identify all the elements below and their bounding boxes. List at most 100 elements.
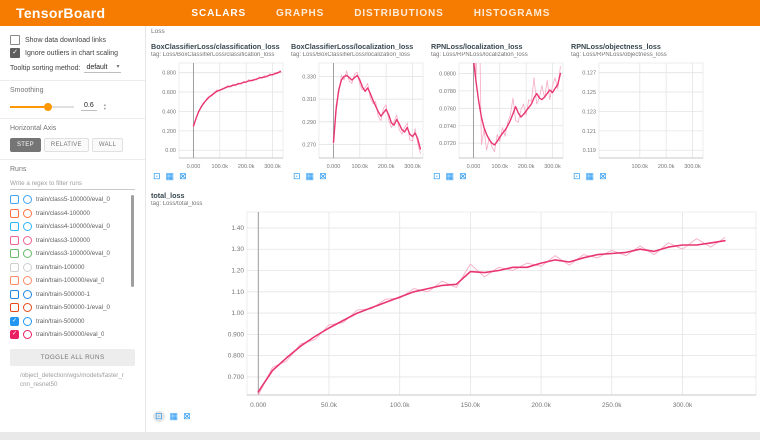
run-checkbox[interactable] [10,276,19,285]
tab-histograms[interactable]: HISTOGRAMS [474,8,551,19]
scalars-dashboard: Loss BoxClassifierLoss/classification_lo… [146,26,760,432]
svg-text:0.127: 0.127 [582,71,596,77]
svg-text:200.0k: 200.0k [378,164,395,170]
fit-data-icon[interactable]: ▦ [166,172,175,181]
svg-text:200.0k: 200.0k [531,402,551,409]
chart-plot[interactable]: 0.2700.2900.3100.3300.000100.0k200.0k300… [291,59,428,171]
run-item[interactable]: train/train-100000/eval_0 [10,274,135,288]
general-settings-section: Show data download links ✓ Ignore outlie… [0,26,145,81]
fullscreen-icon[interactable]: ⊡ [153,411,165,422]
flush-domain-icon[interactable]: ⊠ [319,172,327,181]
run-checkbox[interactable] [10,290,19,299]
flush-domain-icon[interactable]: ⊠ [599,172,607,181]
run-checkbox[interactable]: ✓ [10,317,19,326]
tab-graphs[interactable]: GRAPHS [276,8,324,19]
axis-wall-button[interactable]: WALL [92,138,123,152]
svg-text:0.700: 0.700 [228,374,245,381]
fullscreen-icon[interactable]: ⊡ [153,172,161,181]
tab-scalars[interactable]: SCALARS [191,8,246,19]
run-item[interactable]: ✓train/train-500000/eval_0 [10,328,135,342]
run-label: train/train-500000 [36,318,85,325]
fit-data-icon[interactable]: ▦ [446,172,455,181]
run-item[interactable]: train/class3-100000/eval_0 [10,247,135,261]
run-item[interactable]: ✓ train/train-500000 [10,315,135,329]
run-label: train/class4-100000 [36,210,90,217]
toggle-all-runs-button[interactable]: TOGGLE ALL RUNS [10,349,135,366]
chart-plot[interactable]: 0.000.2000.4000.6000.8000.000100.0k200.0… [151,59,288,171]
svg-text:0.000: 0.000 [467,164,481,170]
svg-text:0.0760: 0.0760 [439,106,456,112]
runs-scrollbar[interactable] [131,195,134,287]
tooltip-sorting-select[interactable]: default ▾ [84,64,121,73]
ignore-outliers-checkbox[interactable]: ✓ [10,48,20,58]
svg-text:200.0k: 200.0k [658,164,675,170]
run-color-circle [23,303,32,312]
show-download-links-row[interactable]: Show data download links [10,35,135,45]
run-item[interactable]: train/class4-100000/eval_0 [10,220,135,234]
axis-relative-button[interactable]: RELATIVE [44,138,89,152]
settings-sidebar: Show data download links ✓ Ignore outlie… [0,26,146,432]
show-download-links-label: Show data download links [25,37,106,44]
tooltip-sorting-value: default [86,64,107,71]
fullscreen-icon[interactable]: ⊡ [293,172,301,181]
run-item[interactable]: train/class3-100000 [10,234,135,248]
chart-tag: tag: Loss/RPNLoss/objectness_loss [571,52,708,58]
smoothing-value-input[interactable]: 0.6 [81,102,97,111]
run-checkbox[interactable] [10,249,19,258]
tooltip-sorting-row: Tooltip sorting method: default ▾ [10,64,135,73]
chart-plot[interactable]: 0.7000.8000.9001.001.101.201.301.400.000… [151,208,760,410]
runs-filter-input[interactable]: Write a regex to filter runs [10,179,135,190]
run-item[interactable]: train/train-500000-1/eval_0 [10,301,135,315]
show-download-links-checkbox[interactable] [10,35,20,45]
runs-label: Runs [10,166,135,173]
run-checkbox[interactable] [10,236,19,245]
axis-step-button[interactable]: STEP [10,138,41,152]
fit-data-icon[interactable]: ▦ [306,172,315,181]
flush-domain-icon[interactable]: ⊠ [179,172,187,181]
stepper-down-icon[interactable]: ▾ [104,107,106,111]
svg-text:100.0k: 100.0k [492,164,509,170]
run-checkbox[interactable] [10,209,19,218]
app-logo: TensorBoard [16,5,105,21]
chart-actions: ⊡ ▦ ⊠ [431,172,568,181]
smoothing-stepper[interactable]: ▴ ▾ [104,103,106,111]
horizontal-axis-label: Horizontal Axis [10,125,135,132]
chart-tag: tag: Loss/RPNLoss/localization_loss [431,52,568,58]
svg-text:1.20: 1.20 [231,268,244,275]
fit-data-icon[interactable]: ▦ [586,172,595,181]
ignore-outliers-row[interactable]: ✓ Ignore outliers in chart scaling [10,48,135,58]
chart-plot[interactable]: 0.07200.07400.07600.07800.08000.000100.0… [431,59,568,171]
tab-distributions[interactable]: DISTRIBUTIONS [354,8,443,19]
run-item[interactable]: train/train-100000 [10,261,135,275]
flush-domain-icon[interactable]: ⊠ [183,412,191,421]
run-color-circle [23,330,32,339]
run-item[interactable]: train/train-500000-1 [10,288,135,302]
svg-text:0.0740: 0.0740 [439,124,456,130]
run-item[interactable]: train/class5-100000/eval_0 [10,193,135,207]
run-label: train/class3-100000/eval_0 [36,250,110,257]
big-chart-area: total_losstag: Loss/total_loss0.7000.800… [151,191,760,422]
chart-plot[interactable]: 0.1190.1210.1230.1250.127100.0k200.0k300… [571,59,708,171]
svg-text:0.000: 0.000 [187,164,201,170]
fullscreen-icon[interactable]: ⊡ [573,172,581,181]
svg-text:300.0k: 300.0k [684,164,701,170]
chart-tag: tag: Loss/BoxClassifierLoss/localization… [291,52,428,58]
run-checkbox[interactable]: ✓ [10,330,19,339]
tooltip-sorting-label: Tooltip sorting method: [10,65,80,72]
smoothing-slider[interactable] [10,106,74,108]
run-checkbox[interactable] [10,263,19,272]
fit-data-icon[interactable]: ▦ [170,412,179,421]
fullscreen-icon[interactable]: ⊡ [433,172,441,181]
run-checkbox[interactable] [10,303,19,312]
svg-text:100.0k: 100.0k [352,164,369,170]
run-label: train/class4-100000/eval_0 [36,223,110,230]
smoothing-slider-thumb[interactable] [44,103,52,111]
tensorboard-app: TensorBoard SCALARS GRAPHS DISTRIBUTIONS… [0,0,760,440]
run-item[interactable]: train/class4-100000 [10,207,135,221]
svg-text:0.000: 0.000 [250,402,267,409]
flush-domain-icon[interactable]: ⊠ [459,172,467,181]
ignore-outliers-label: Ignore outliers in chart scaling [25,50,118,57]
chart-actions: ⊡ ▦ ⊠ [291,172,428,181]
run-checkbox[interactable] [10,195,19,204]
run-checkbox[interactable] [10,222,19,231]
